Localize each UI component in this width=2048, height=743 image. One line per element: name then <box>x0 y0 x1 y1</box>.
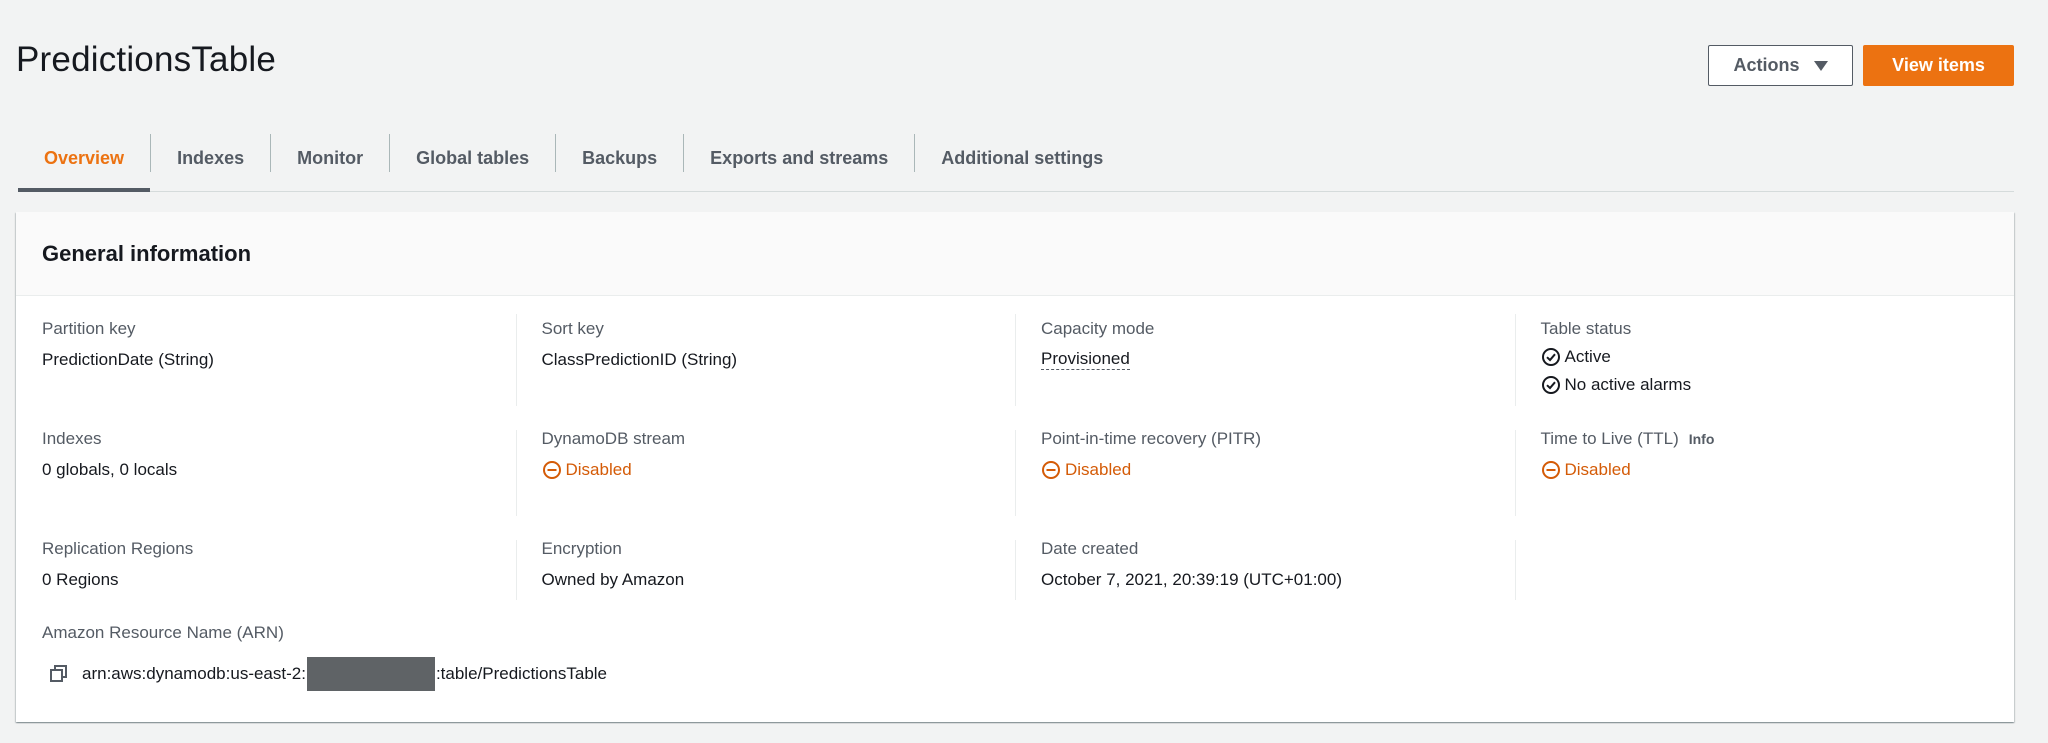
ttl-label: Time to Live (TTL) <box>1540 429 1679 448</box>
tab-monitor[interactable]: Monitor <box>271 126 389 190</box>
details-grid: Partition key PredictionDate (String) So… <box>16 296 2014 606</box>
field-label: Replication Regions <box>42 539 194 558</box>
pitr-field: Point-in-time recovery (PITR) Disabled <box>1015 412 1515 522</box>
arn-value: arn:aws:dynamodb:us-east-2: :table/Predi… <box>82 657 607 691</box>
status-disabled: Disabled <box>1541 459 2015 481</box>
table-status-field: Table status Active No active alarms <box>1514 296 2015 412</box>
dynamodb-table-page: PredictionsTable Actions View items Over… <box>0 0 2048 743</box>
page-title: PredictionsTable <box>16 40 277 79</box>
status-text: Disabled <box>1065 460 1132 479</box>
caret-down-icon <box>1813 60 1828 71</box>
field-value: 0 globals, 0 locals <box>42 460 178 479</box>
field-label: Point-in-time recovery (PITR) <box>1041 429 1262 448</box>
tab-indexes[interactable]: Indexes <box>151 126 270 190</box>
panel-header: General information <box>16 212 2014 296</box>
tab-overview[interactable]: Overview <box>18 126 151 192</box>
ttl-field: Time to Live (TTL) Info Disabled <box>1514 412 2015 522</box>
field-label: Indexes <box>42 429 102 448</box>
field-label: Table status <box>1540 319 1632 338</box>
capacity-mode-popover-trigger[interactable]: Provisioned <box>1041 349 1130 370</box>
status-text: Active <box>1564 347 1611 366</box>
field-label: Capacity mode <box>1041 319 1155 338</box>
actions-label: Actions <box>1733 55 1800 75</box>
copy-icon[interactable] <box>48 663 70 685</box>
info-link[interactable]: Info <box>1689 431 1715 447</box>
sort-key-field: Sort key ClassPredictionID (String) <box>515 296 1016 412</box>
status-text: Disabled <box>1564 460 1631 479</box>
field-value: ClassPredictionID (String) <box>541 350 738 369</box>
field-label: Date created <box>1041 539 1139 558</box>
status-text: Disabled <box>565 460 632 479</box>
status-disabled: Disabled <box>1041 459 1515 481</box>
details-row: Replication Regions 0 Regions Encryption… <box>16 522 2014 606</box>
field-label: Partition key <box>42 319 136 338</box>
view-items-button[interactable]: View items <box>1863 45 2014 86</box>
disabled-circle-icon <box>1042 461 1060 479</box>
arn-field: Amazon Resource Name (ARN) arn:aws:dynam… <box>42 622 607 691</box>
empty-cell <box>1514 522 2015 606</box>
encryption-field: Encryption Owned by Amazon <box>515 522 1016 606</box>
partition-key-field: Partition key PredictionDate (String) <box>16 296 516 412</box>
field-label: Time to Live (TTL) Info <box>1541 428 2015 450</box>
tab-global-tables[interactable]: Global tables <box>390 126 555 190</box>
disabled-circle-icon <box>542 461 561 479</box>
arn-suffix: :table/PredictionsTable <box>435 664 607 683</box>
field-label: Sort key <box>541 319 604 338</box>
arn-row: arn:aws:dynamodb:us-east-2: :table/Predi… <box>42 657 607 691</box>
status-alarms: No active alarms <box>1541 374 2015 396</box>
details-row: Partition key PredictionDate (String) So… <box>16 296 2014 412</box>
date-created-field: Date created October 7, 2021, 20:39:19 (… <box>1015 522 1515 606</box>
actions-dropdown-button[interactable]: Actions <box>1708 45 1853 86</box>
general-information-panel: General information Partition key Predic… <box>16 212 2014 722</box>
status-active: Active <box>1541 346 2015 368</box>
replication-regions-field: Replication Regions 0 Regions <box>16 522 516 606</box>
details-row: Indexes 0 globals, 0 locals DynamoDB str… <box>16 412 2014 522</box>
tab-additional-settings[interactable]: Additional settings <box>915 126 1129 190</box>
redacted-account-id <box>306 657 435 691</box>
tab-backups[interactable]: Backups <box>556 126 683 190</box>
field-label: Amazon Resource Name (ARN) <box>42 623 284 642</box>
status-text: No active alarms <box>1564 375 1692 394</box>
panel-title: General information <box>42 240 252 266</box>
field-value: PredictionDate (String) <box>42 350 214 369</box>
check-circle-icon <box>1541 376 1560 394</box>
capacity-mode-field: Capacity mode Provisioned <box>1015 296 1515 412</box>
field-label: Encryption <box>541 539 622 558</box>
field-value: 0 Regions <box>42 570 119 589</box>
arn-prefix: arn:aws:dynamodb:us-east-2: <box>82 664 306 683</box>
field-value: October 7, 2021, 20:39:19 (UTC+01:00) <box>1041 570 1342 589</box>
field-value: Owned by Amazon <box>541 570 685 589</box>
indexes-field: Indexes 0 globals, 0 locals <box>16 412 516 522</box>
disabled-circle-icon <box>1541 461 1560 479</box>
check-circle-icon <box>1541 348 1560 366</box>
dynamodb-stream-field: DynamoDB stream Disabled <box>515 412 1016 522</box>
status-disabled: Disabled <box>542 459 1016 481</box>
tab-bar: Overview Indexes Monitor Global tables B… <box>18 126 2014 192</box>
header-actions: Actions View items <box>1708 45 2014 86</box>
tab-exports-and-streams[interactable]: Exports and streams <box>684 126 914 190</box>
field-label: DynamoDB stream <box>541 429 686 448</box>
